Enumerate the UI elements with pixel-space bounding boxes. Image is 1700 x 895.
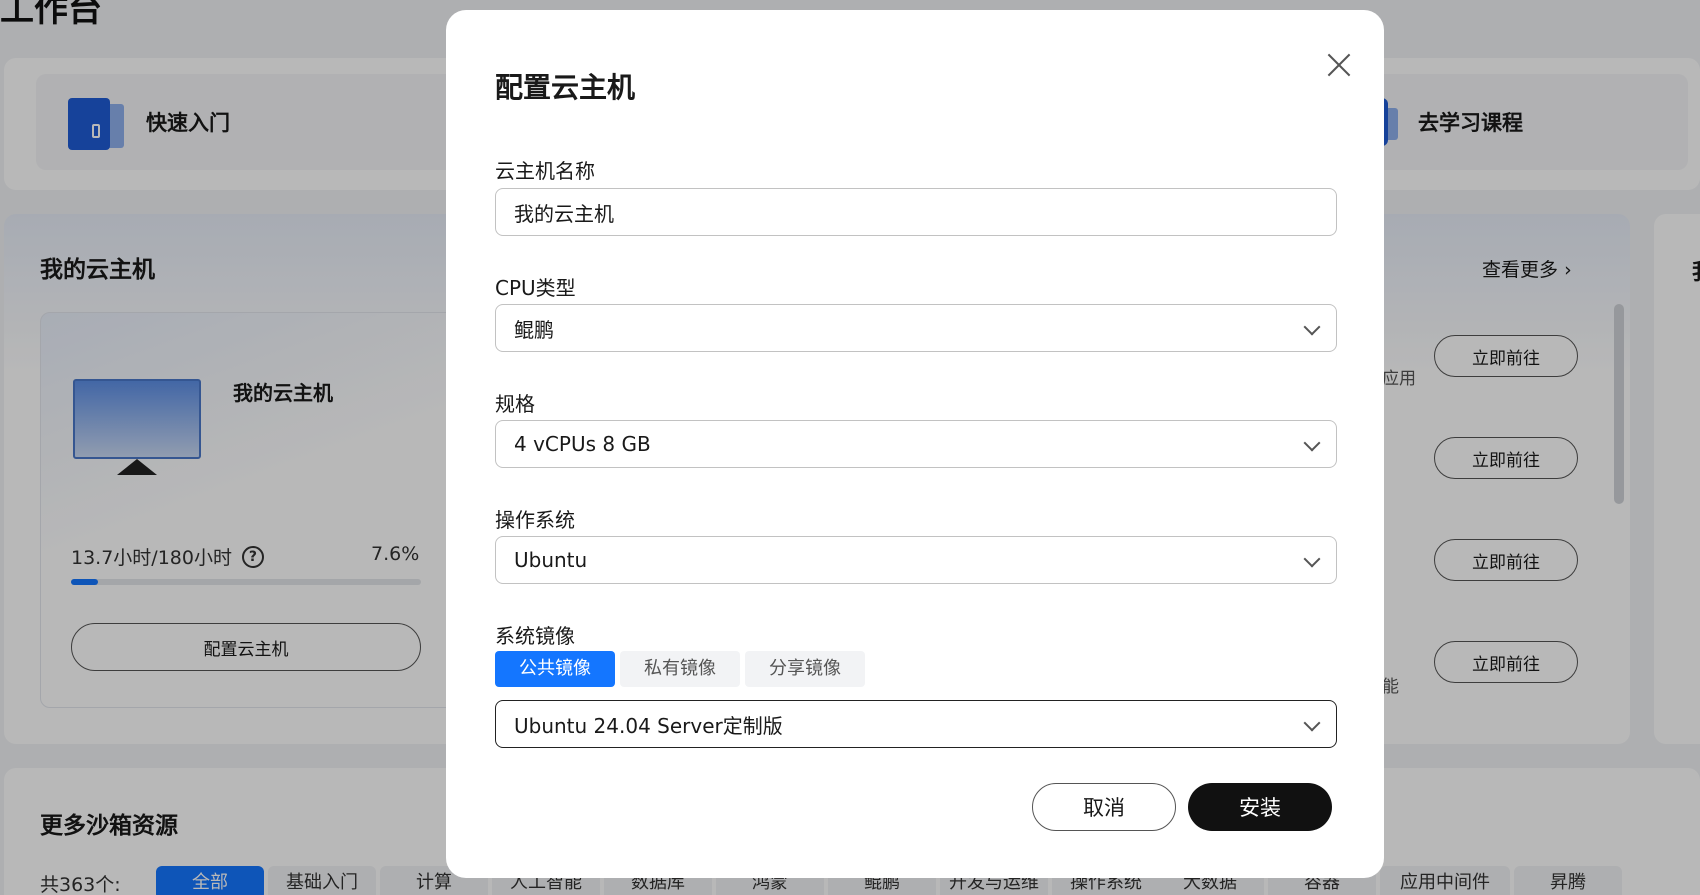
cpu-type-value: 鲲鹏: [514, 317, 554, 342]
host-name-label: 云主机名称: [495, 159, 595, 183]
close-icon[interactable]: [1322, 48, 1356, 82]
system-image-value: Ubuntu 24.04 Server定制版: [514, 713, 783, 738]
cancel-button[interactable]: 取消: [1032, 783, 1176, 831]
spec-select[interactable]: 4 vCPUs 8 GB: [495, 420, 1337, 468]
chevron-down-icon: [1303, 714, 1321, 732]
install-button[interactable]: 安装: [1188, 783, 1332, 831]
cpu-type-select[interactable]: 鲲鹏: [495, 304, 1337, 352]
spec-label: 规格: [495, 392, 535, 416]
system-image-label: 系统镜像: [495, 624, 575, 648]
tab-public-image[interactable]: 公共镜像: [495, 651, 615, 687]
os-label: 操作系统: [495, 508, 575, 532]
os-value: Ubuntu: [514, 548, 588, 572]
os-select[interactable]: Ubuntu: [495, 536, 1337, 584]
spec-value: 4 vCPUs 8 GB: [514, 432, 651, 456]
host-name-input[interactable]: [495, 188, 1337, 236]
dialog-title: 配置云主机: [495, 71, 636, 104]
cpu-type-label: CPU类型: [495, 276, 576, 300]
tab-shared-image[interactable]: 分享镜像: [745, 651, 865, 687]
chevron-down-icon: [1303, 550, 1321, 568]
configure-host-dialog: 配置云主机 云主机名称 CPU类型 鲲鹏 规格 4 vCPUs 8 GB 操作系…: [446, 10, 1384, 878]
chevron-down-icon: [1303, 434, 1321, 452]
tab-private-image[interactable]: 私有镜像: [620, 651, 740, 687]
chevron-down-icon: [1303, 318, 1321, 336]
system-image-select[interactable]: Ubuntu 24.04 Server定制版: [495, 700, 1337, 748]
